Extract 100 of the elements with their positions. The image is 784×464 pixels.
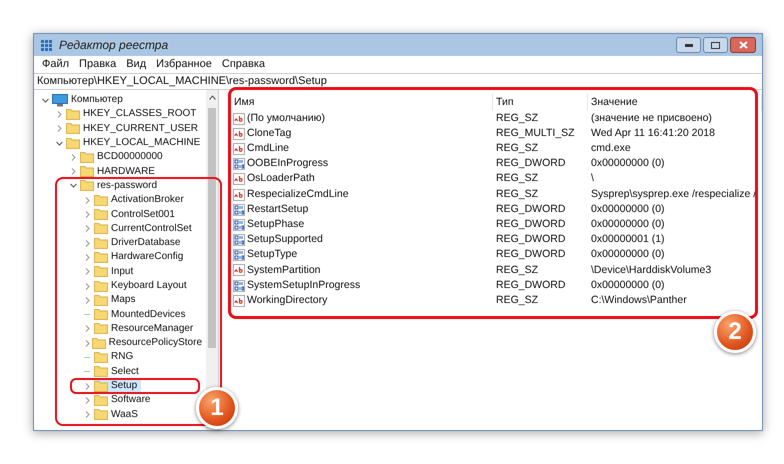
tree-item[interactable]: Input	[94, 266, 138, 278]
chevron-down-icon[interactable]	[56, 140, 63, 147]
table-cell-text: REG_DWORD	[495, 247, 566, 262]
folder-icon	[94, 409, 108, 420]
tree-item[interactable]: HKEY_CLASSES_ROOT	[66, 108, 200, 120]
table-cell-text: REG_SZ	[495, 262, 540, 278]
binary-value-icon	[233, 204, 245, 216]
folder-icon	[94, 352, 108, 363]
tree-item[interactable]: DriverDatabase	[94, 237, 184, 250]
menu-item[interactable]: Избранное	[151, 56, 217, 73]
chevron-right-icon[interactable]	[70, 154, 77, 161]
window-title: Редактор реестра	[59, 37, 168, 54]
tree-item[interactable]: BCD00000000	[80, 151, 167, 164]
tree-item[interactable]: HARDWARE	[80, 166, 159, 178]
folder-icon	[80, 180, 94, 192]
chevron-right-icon[interactable]	[84, 296, 91, 304]
table-cell-text: 0x00000000 (0)	[590, 217, 666, 232]
table-cell-text: REG_DWORD	[495, 232, 566, 248]
chevron-right-icon[interactable]	[84, 325, 91, 332]
maximize-icon	[711, 42, 720, 48]
folder-icon	[94, 380, 108, 392]
folder-icon	[94, 394, 108, 406]
tree-item[interactable]: Select	[94, 366, 143, 378]
chevron-right-icon[interactable]	[84, 340, 91, 347]
column-header[interactable]: Имя	[231, 94, 493, 111]
table-cell-text: OsLoaderPath	[247, 171, 315, 186]
menu-item[interactable]: Вид	[121, 56, 152, 73]
chevron-down-icon[interactable]	[70, 182, 77, 190]
chevron-right-icon[interactable]	[84, 396, 91, 404]
chevron-right-icon[interactable]	[84, 211, 91, 218]
folder-icon	[94, 209, 108, 220]
chevron-right-icon[interactable]	[56, 125, 63, 132]
folder-icon	[94, 294, 108, 306]
tree-item[interactable]: ResourcePolicyStore	[92, 337, 206, 350]
chevron-right-icon[interactable]	[56, 110, 63, 118]
address-bar[interactable]: Компьютер\HKEY_LOCAL_MACHINE\res-password\Setup	[34, 73, 762, 90]
chevron-right-icon[interactable]	[84, 282, 91, 290]
tree-item[interactable]: HKEY_CURRENT_USER	[66, 122, 202, 135]
folder-icon	[94, 266, 108, 278]
close-button[interactable]	[730, 37, 756, 53]
folder-icon	[94, 238, 108, 249]
menu-item[interactable]: Правка	[74, 56, 122, 73]
table-cell-text: REG_DWORD	[495, 217, 566, 232]
tree-item[interactable]: Maps	[94, 294, 140, 306]
folder-icon	[94, 366, 108, 378]
table-cell-text: REG_SZ	[495, 292, 540, 308]
minimize-button[interactable]	[676, 37, 701, 53]
chevron-right-icon[interactable]	[84, 411, 91, 418]
table-cell-text: CmdLine	[247, 141, 290, 156]
tree-item[interactable]: HardwareConfig	[94, 251, 188, 264]
folder-icon	[94, 223, 108, 234]
folder-icon	[66, 123, 80, 134]
scrollbar-thumb[interactable]	[208, 108, 216, 348]
chevron-right-icon[interactable]	[84, 254, 91, 261]
table-cell-text: SetupSupported	[247, 232, 323, 248]
maximize-button[interactable]	[703, 37, 728, 53]
registry-app-icon	[40, 38, 53, 52]
tree-item[interactable]: Keyboard Layout	[94, 280, 191, 292]
table-cell-text: 0x00000000 (0)	[590, 202, 666, 217]
tree-item[interactable]: Компьютер	[52, 94, 127, 106]
tree-item[interactable]: res-password	[80, 180, 162, 192]
chevron-right-icon[interactable]	[84, 240, 91, 247]
table-cell-text: 0x00000000 (0)	[590, 278, 666, 293]
monitor-icon	[52, 94, 68, 107]
table-cell-text: REG_SZ	[495, 186, 540, 202]
chevron-down-icon[interactable]	[42, 96, 49, 104]
tree-item[interactable]: ControlSet001	[94, 208, 179, 221]
string-value-icon	[233, 294, 245, 307]
tree-item[interactable]: MountedDevices	[94, 308, 190, 321]
table-cell-text: OOBEInProgress	[247, 156, 328, 172]
chevron-right-icon[interactable]	[84, 225, 91, 232]
table-cell-text: RestartSetup	[247, 202, 308, 217]
table-cell-text: \	[590, 171, 595, 186]
table-cell-text: RespecializeCmdLine	[247, 186, 349, 202]
menu-item[interactable]: Файл	[37, 56, 74, 73]
table-cell-text: REG_MULTI_SZ	[495, 126, 576, 141]
tree-item[interactable]: CurrentControlSet	[94, 222, 196, 235]
tree-item[interactable]: RNG	[94, 351, 138, 364]
minimize-icon	[684, 44, 692, 46]
binary-value-icon	[233, 234, 245, 246]
chevron-right-icon[interactable]	[70, 168, 77, 176]
scroll-up-icon[interactable]	[208, 95, 216, 100]
chevron-right-icon[interactable]	[84, 196, 91, 204]
table-cell-text: SystemSetupInProgress	[247, 278, 360, 293]
tree-item[interactable]: HKEY_LOCAL_MACHINE	[66, 137, 204, 150]
tree-item[interactable]: Setup	[94, 380, 142, 392]
table-cell-text: (значение не присвоено)	[590, 110, 713, 126]
chevron-right-icon[interactable]	[84, 382, 91, 390]
tree-item[interactable]: WaaS	[94, 408, 142, 421]
binary-value-icon	[233, 218, 245, 231]
column-header[interactable]: Тип	[493, 94, 588, 111]
table-cell-text: 0x00000001 (1)	[590, 232, 666, 248]
table-cell-text: (По умолчанию)	[247, 110, 326, 126]
tree-item[interactable]: ActivationBroker	[94, 194, 188, 206]
column-header[interactable]: Значение	[588, 94, 762, 111]
chevron-right-icon[interactable]	[84, 268, 91, 276]
folder-icon	[66, 108, 80, 120]
tree-item[interactable]: Software	[94, 394, 154, 406]
menu-item[interactable]: Справка	[216, 56, 270, 73]
tree-item[interactable]: ResourceManager	[94, 322, 198, 335]
